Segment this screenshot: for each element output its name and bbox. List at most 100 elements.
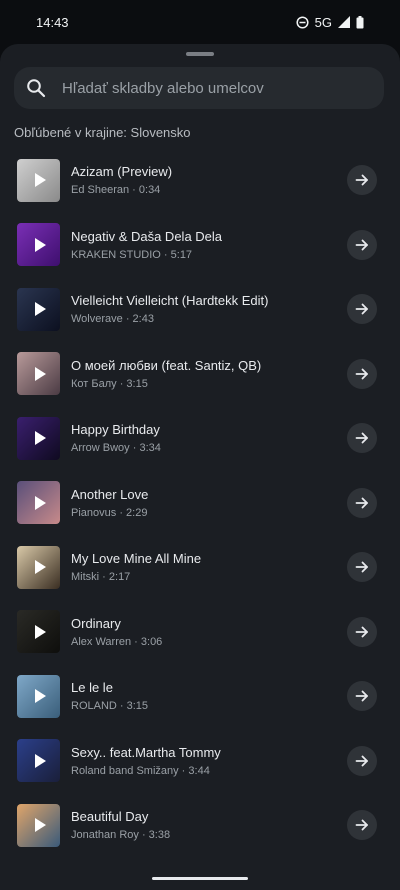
track-artist: Roland band Smižany (71, 764, 179, 777)
track-row[interactable]: Beautiful Day Jonathan Roy · 3:38 (0, 793, 400, 858)
track-row[interactable]: О моей любви (feat. Santiz, QB) Кот Балу … (0, 342, 400, 407)
play-icon[interactable] (34, 689, 46, 704)
separator: · (116, 700, 127, 713)
arrow-right-icon[interactable] (355, 302, 369, 316)
track-row[interactable]: Ordinary Alex Warren · 3:06 (0, 600, 400, 665)
section-title: Obľúbené v krajine: Slovensko (14, 125, 191, 140)
play-icon[interactable] (34, 560, 46, 575)
arrow-right-icon[interactable] (355, 625, 369, 639)
play-icon[interactable] (34, 818, 46, 833)
open-track-button[interactable] (347, 423, 377, 454)
track-row[interactable]: Le le le ROLAND · 3:15 (0, 664, 400, 729)
track-info: Another Love Pianovus · 2:29 (71, 487, 331, 519)
track-artist: Arrow Bwoy (71, 442, 130, 455)
track-duration: 3:38 (148, 829, 171, 842)
track-artist: Alex Warren (71, 635, 132, 648)
open-track-button[interactable] (347, 487, 377, 518)
album-art[interactable] (17, 674, 60, 718)
track-row[interactable]: Negativ & Daša Dela Dela KRAKEN STUDIO · … (0, 213, 400, 278)
open-track-button[interactable] (347, 165, 377, 196)
track-duration: 0:34 (138, 184, 161, 197)
separator: · (116, 506, 127, 519)
track-row[interactable]: Vielleicht Vielleicht (Hardtekk Edit) Wol… (0, 277, 400, 342)
track-row[interactable]: My Love Mine All Mine Mitski · 2:17 (0, 535, 400, 600)
play-icon[interactable] (34, 302, 46, 317)
track-title: Ordinary (71, 615, 121, 631)
album-art[interactable] (17, 803, 60, 847)
album-art[interactable] (17, 481, 60, 525)
album-art[interactable] (17, 287, 60, 331)
arrow-right-icon[interactable] (355, 431, 369, 445)
track-title: Happy Birthday (71, 422, 160, 438)
signal-icon (338, 16, 350, 28)
track-artist: Кот Балу (71, 377, 117, 390)
track-info: О моей любви (feat. Santiz, QB) Кот Балу … (71, 358, 331, 390)
track-title: My Love Mine All Mine (71, 551, 202, 567)
arrow-right-icon[interactable] (355, 367, 369, 381)
arrow-right-icon[interactable] (355, 818, 369, 832)
track-title: О моей любви (feat. Santiz, QB) (71, 357, 262, 373)
track-info: Beautiful Day Jonathan Roy · 3:38 (71, 809, 331, 841)
battery-icon (356, 15, 364, 28)
play-icon[interactable] (34, 495, 46, 510)
album-art[interactable] (17, 545, 60, 589)
separator: · (99, 571, 109, 584)
track-title: Vielleicht Vielleicht (Hardtekk Edit) (71, 293, 269, 309)
search-input[interactable] (60, 78, 364, 98)
album-art[interactable] (17, 158, 60, 202)
separator: · (160, 248, 171, 261)
gesture-nav-bar[interactable] (152, 877, 248, 880)
arrow-right-icon[interactable] (355, 560, 369, 574)
track-duration: 3:15 (126, 700, 149, 713)
arrow-right-icon[interactable] (355, 238, 369, 252)
open-track-button[interactable] (347, 810, 377, 841)
play-icon[interactable] (34, 624, 46, 639)
open-track-button[interactable] (347, 616, 377, 647)
track-title: Le le le (71, 680, 113, 696)
track-subtitle: KRAKEN STUDIO · 5:17 (71, 249, 331, 261)
track-info: My Love Mine All Mine Mitski · 2:17 (71, 551, 331, 583)
track-title: Azizam (Preview) (71, 164, 173, 180)
arrow-right-icon[interactable] (355, 173, 369, 187)
arrow-right-icon[interactable] (355, 754, 369, 768)
track-subtitle: Arrow Bwoy · 3:34 (71, 442, 331, 454)
open-track-button[interactable] (347, 681, 377, 712)
track-subtitle: ROLAND · 3:15 (71, 700, 331, 712)
separator: · (178, 764, 189, 777)
album-art[interactable] (17, 223, 60, 267)
album-art[interactable] (17, 610, 60, 654)
open-track-button[interactable] (347, 294, 377, 325)
track-duration: 2:29 (126, 506, 148, 519)
track-subtitle: Roland band Smižany · 3:44 (71, 765, 331, 777)
search-icon[interactable] (26, 78, 46, 98)
track-subtitle: Ed Sheeran · 0:34 (71, 184, 331, 196)
separator: · (138, 829, 149, 842)
track-row[interactable]: Azizam (Preview) Ed Sheeran · 0:34 (0, 148, 400, 213)
search-bar[interactable] (14, 67, 384, 109)
album-art[interactable] (17, 352, 60, 396)
track-row[interactable]: Another Love Pianovus · 2:29 (0, 471, 400, 536)
bottom-sheet: Obľúbené v krajine: Slovensko Azizam (Pr… (0, 44, 400, 890)
arrow-right-icon[interactable] (355, 689, 369, 703)
open-track-button[interactable] (347, 229, 377, 260)
play-icon[interactable] (34, 173, 46, 188)
arrow-right-icon[interactable] (355, 496, 369, 510)
track-info: Le le le ROLAND · 3:15 (71, 680, 331, 712)
drag-handle[interactable] (186, 52, 214, 56)
track-duration: 5:17 (170, 248, 193, 261)
play-icon[interactable] (34, 431, 46, 446)
track-row[interactable]: Sexy.. feat.Martha Tommy Roland band Smiž… (0, 729, 400, 794)
separator: · (129, 184, 139, 197)
play-icon[interactable] (34, 366, 46, 381)
open-track-button[interactable] (347, 745, 377, 776)
track-info: Ordinary Alex Warren · 3:06 (71, 616, 331, 648)
open-track-button[interactable] (347, 358, 377, 389)
play-icon[interactable] (34, 753, 46, 768)
album-art[interactable] (17, 739, 60, 783)
album-art[interactable] (17, 416, 60, 460)
play-icon[interactable] (34, 237, 46, 252)
track-subtitle: Pianovus · 2:29 (71, 507, 331, 519)
track-row[interactable]: Happy Birthday Arrow Bwoy · 3:34 (0, 406, 400, 471)
open-track-button[interactable] (347, 552, 377, 583)
track-list: Azizam (Preview) Ed Sheeran · 0:34 Negativ… (0, 148, 400, 858)
